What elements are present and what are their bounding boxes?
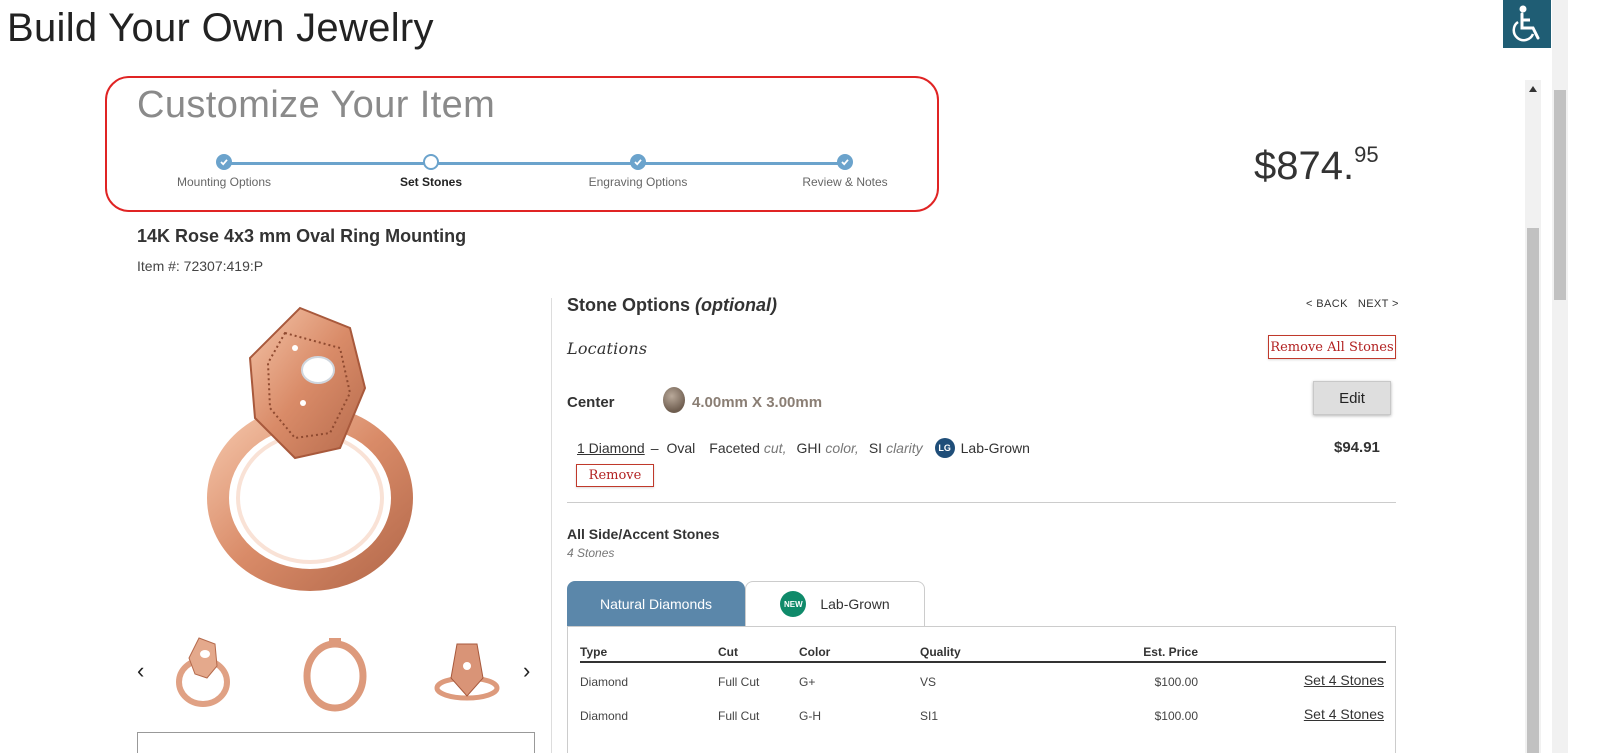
wheelchair-icon	[1512, 5, 1540, 42]
accent-stones-title: All Side/Accent Stones	[567, 526, 720, 542]
table-row: Diamond Full Cut G+ VS $100.00 Set 4 Sto…	[580, 663, 1386, 697]
table-row: Diamond Full Cut G-H SI1 $100.00 Set 4 S…	[580, 697, 1386, 731]
cell-type: Diamond	[580, 709, 629, 723]
section-divider	[567, 502, 1396, 503]
cell-cut: Full Cut	[718, 709, 760, 723]
header-cut: Cut	[718, 645, 738, 659]
remove-all-stones-button[interactable]: Remove All Stones	[1268, 335, 1396, 359]
step-review-notes[interactable]: Review & Notes	[775, 154, 915, 189]
new-badge: NEW	[780, 591, 807, 617]
cell-color: G+	[799, 675, 816, 689]
tab-natural-diamonds[interactable]: Natural Diamonds	[567, 581, 745, 626]
cell-price: $100.00	[1154, 709, 1198, 723]
chevron-right-icon[interactable]: ›	[523, 658, 530, 684]
product-image	[207, 306, 413, 591]
header-quality: Quality	[920, 645, 961, 659]
check-icon	[634, 159, 642, 166]
step-nav-links: < BACK NEXT >	[1306, 298, 1409, 310]
stone-options-title-text: Stone Options	[567, 295, 690, 315]
step-current-dot	[423, 154, 439, 170]
column-divider	[551, 298, 552, 753]
image-panel-box	[137, 732, 535, 753]
center-stone-details: 1 Diamond – Oval Faceted cut, GHI color,…	[577, 438, 1030, 458]
cell-type: Diamond	[580, 675, 629, 689]
cell-quality: VS	[920, 675, 937, 689]
stone-options-title: Stone Options (optional)	[567, 295, 777, 316]
thumbnail-top[interactable]	[427, 630, 507, 714]
thumbnail-front[interactable]	[167, 630, 247, 714]
table-header: Type Cut Color Quality Est. Price	[580, 641, 1386, 663]
set-stones-link[interactable]: Set 4 Stones	[1260, 672, 1384, 688]
locations-heading: Locations	[567, 339, 648, 358]
step-set-stones[interactable]: Set Stones	[361, 154, 501, 189]
step-label: Review & Notes	[802, 175, 888, 189]
center-stone-price: $94.91	[1334, 439, 1380, 456]
cell-quality: SI1	[920, 709, 939, 723]
total-price: $874.95	[1254, 142, 1379, 189]
panel-scrollbar[interactable]	[1525, 80, 1541, 753]
header-est-price: Est. Price	[1143, 645, 1198, 659]
detail-dash: –	[650, 440, 659, 456]
stone-options-optional: (optional)	[695, 295, 777, 315]
chevron-left-icon[interactable]: ‹	[137, 658, 144, 684]
cell-color: G-H	[799, 709, 821, 723]
step-complete-dot	[216, 154, 232, 170]
diamond-link[interactable]: 1 Diamond	[577, 440, 645, 456]
step-label: Set Stones	[399, 175, 462, 189]
lab-grown-label: Lab-Grown	[960, 440, 1030, 456]
edit-button[interactable]: Edit	[1313, 381, 1391, 415]
step-label: Engraving Options	[588, 175, 688, 189]
oval-gem-icon	[663, 387, 685, 413]
product-title: 14K Rose 4x3 mm Oval Ring Mounting	[137, 226, 467, 246]
item-number: Item #: 72307:419:P	[137, 258, 264, 274]
accessibility-button[interactable]	[1503, 0, 1551, 48]
step-engraving-options[interactable]: Engraving Options	[568, 154, 708, 189]
cell-price: $100.00	[1154, 675, 1198, 689]
center-label: Center	[567, 394, 615, 411]
step-complete-dot	[630, 154, 646, 170]
panel-scrollbar-thumb[interactable]	[1527, 228, 1539, 753]
stone-color-label: color,	[825, 440, 859, 456]
set-stones-link[interactable]: Set 4 Stones	[1260, 706, 1384, 722]
stone-cut-label: cut,	[763, 440, 787, 456]
scroll-up-icon[interactable]	[1529, 86, 1537, 92]
tab-lab-grown[interactable]: NEW Lab-Grown	[745, 581, 925, 626]
step-complete-dot	[837, 154, 853, 170]
stone-color: GHI	[796, 440, 822, 456]
page-scrollbar[interactable]	[1552, 0, 1568, 753]
check-icon	[220, 159, 228, 166]
price-whole: $874.	[1254, 144, 1355, 188]
cell-cut: Full Cut	[718, 675, 760, 689]
check-icon	[841, 159, 849, 166]
thumbnail-carousel: ‹ ›	[137, 630, 535, 720]
header-type: Type	[580, 645, 608, 659]
stone-clarity-label: clarity	[886, 440, 923, 456]
tab-lab-grown-label: Lab-Grown	[820, 596, 890, 612]
customize-heading: Customize Your Item	[137, 84, 496, 126]
stone-shape: Oval	[666, 440, 696, 456]
customize-stepper-panel: Customize Your Item Mounting Options Set…	[105, 76, 939, 212]
price-cents: 95	[1354, 142, 1379, 167]
stepper-line	[224, 162, 846, 165]
back-link[interactable]: < BACK	[1306, 298, 1348, 310]
next-link[interactable]: NEXT >	[1358, 298, 1399, 310]
page-title: Build Your Own Jewelry	[7, 6, 434, 50]
accent-stones-table: Type Cut Color Quality Est. Price Diamon…	[567, 626, 1396, 753]
remove-button[interactable]: Remove	[576, 464, 654, 487]
page-scrollbar-thumb[interactable]	[1554, 90, 1566, 300]
accent-stones-count: 4 Stones	[567, 546, 615, 560]
stone-clarity: SI	[868, 440, 883, 456]
header-color: Color	[799, 645, 831, 659]
stone-cut: Faceted	[709, 440, 760, 456]
center-stone-size: 4.00mm X 3.00mm	[692, 394, 823, 411]
step-label: Mounting Options	[176, 175, 272, 189]
lab-grown-badge: LG	[934, 438, 955, 458]
step-mounting-options[interactable]: Mounting Options	[154, 154, 294, 189]
thumbnail-side[interactable]	[295, 630, 375, 714]
